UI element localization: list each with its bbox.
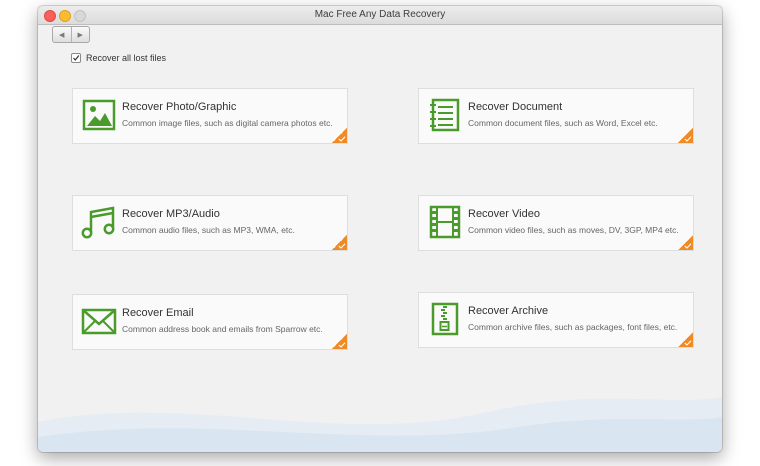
card-title: Recover Document bbox=[468, 101, 563, 113]
document-icon bbox=[430, 98, 460, 132]
card-description: Common audio files, such as MP3, WMA, et… bbox=[122, 225, 295, 235]
selected-corner-badge bbox=[332, 235, 347, 250]
app-window: Mac Free Any Data Recovery ◀ ▶ Recover a… bbox=[38, 6, 722, 452]
recover-email-card[interactable]: Recover Email Common address book and em… bbox=[72, 294, 348, 350]
film-icon bbox=[429, 205, 461, 239]
recover-photo-card[interactable]: Recover Photo/Graphic Common image files… bbox=[72, 88, 348, 144]
title-bar: Mac Free Any Data Recovery bbox=[38, 6, 722, 25]
recover-all-checkbox[interactable] bbox=[71, 53, 81, 63]
envelope-icon bbox=[81, 308, 117, 335]
checkmark-icon bbox=[684, 136, 692, 142]
forward-button[interactable]: ▶ bbox=[70, 27, 90, 42]
card-description: Common document files, such as Word, Exc… bbox=[468, 118, 658, 128]
card-description: Common video files, such as moves, DV, 3… bbox=[468, 225, 679, 235]
selected-corner-badge bbox=[332, 334, 347, 349]
checkmark-icon bbox=[338, 243, 346, 249]
recover-document-card[interactable]: Recover Document Common document files, … bbox=[418, 88, 694, 144]
selected-corner-badge bbox=[678, 128, 693, 143]
checkmark-icon bbox=[338, 342, 346, 348]
recover-audio-card[interactable]: Recover MP3/Audio Common audio files, su… bbox=[72, 195, 348, 251]
window-title: Mac Free Any Data Recovery bbox=[314, 9, 446, 20]
back-arrow-icon: ◀ bbox=[59, 31, 65, 39]
recover-archive-card[interactable]: Recover Archive Common archive files, su… bbox=[418, 292, 694, 348]
recover-all-label: Recover all lost files bbox=[86, 53, 167, 63]
selected-corner-badge bbox=[678, 332, 693, 347]
zip-archive-icon bbox=[431, 302, 459, 336]
checkmark-icon bbox=[684, 340, 692, 346]
forward-arrow-icon: ▶ bbox=[77, 31, 83, 39]
card-title: Recover Video bbox=[468, 208, 540, 220]
card-description: Common image files, such as digital came… bbox=[122, 118, 333, 128]
card-title: Recover MP3/Audio bbox=[122, 208, 220, 220]
back-button[interactable]: ◀ bbox=[53, 27, 71, 42]
card-title: Recover Email bbox=[122, 307, 194, 319]
checkmark-icon bbox=[73, 55, 80, 61]
card-title: Recover Photo/Graphic bbox=[122, 101, 237, 113]
checkmark-icon bbox=[684, 243, 692, 249]
recover-all-option[interactable]: Recover all lost files bbox=[71, 53, 166, 63]
music-note-icon bbox=[81, 206, 115, 239]
image-icon bbox=[82, 99, 116, 131]
recover-video-card[interactable]: Recover Video Common video files, such a… bbox=[418, 195, 694, 251]
selected-corner-badge bbox=[332, 128, 347, 143]
checkmark-icon bbox=[338, 136, 346, 142]
decorative-wave bbox=[38, 397, 722, 452]
card-title: Recover Archive bbox=[468, 305, 549, 317]
card-description: Common archive files, such as packages, … bbox=[468, 322, 678, 332]
nav-buttons: ◀ ▶ bbox=[52, 26, 90, 43]
card-description: Common address book and emails from Spar… bbox=[122, 324, 323, 334]
selected-corner-badge bbox=[678, 235, 693, 250]
